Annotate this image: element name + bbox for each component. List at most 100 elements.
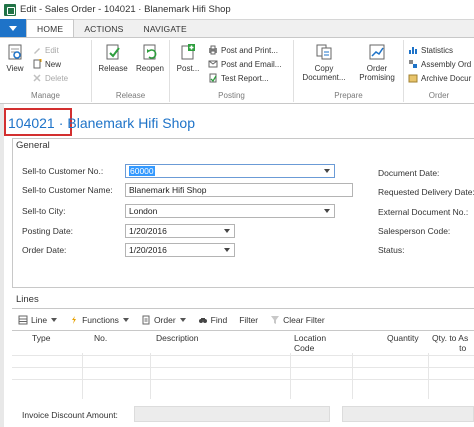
post-email-icon [208, 59, 218, 69]
column-divider [352, 353, 353, 399]
tab-navigate[interactable]: NAVIGATE [134, 21, 197, 37]
tab-home[interactable]: HOME [26, 19, 75, 37]
tab-actions[interactable]: ACTIONS [74, 21, 133, 37]
post-and-email-label: Post and Email... [221, 59, 282, 69]
col-quantity[interactable]: Quantity [387, 333, 419, 343]
invoice-discount-field[interactable] [134, 406, 330, 422]
sell-to-customer-name-value: Blanemark Hifi Shop [129, 185, 207, 195]
chevron-down-icon[interactable] [324, 169, 330, 173]
sell-to-city-label: Sell-to City: [22, 206, 66, 216]
post-and-email-button[interactable]: Post and Email... [208, 58, 281, 70]
edit-icon [32, 45, 42, 55]
clear-filter-label: Clear Filter [283, 314, 325, 325]
order-promising-button[interactable]: Order Promising [352, 43, 402, 82]
caret-down-icon [122, 317, 129, 322]
invoice-discount-label: Invoice Discount Amount: [22, 410, 118, 420]
statistics-label: Statistics [421, 45, 454, 55]
title-bar: Edit - Sales Order - 104021 · Blanemark … [0, 0, 474, 20]
copy-document-button[interactable]: Copy Document... [298, 43, 350, 82]
ribbon: View Edit New Delete Manage Release Reop… [0, 38, 474, 104]
edit-button[interactable]: Edit [32, 44, 59, 56]
window-title: Edit - Sales Order - 104021 · Blanemark … [20, 4, 231, 15]
copy-document-label-line2: Document... [302, 73, 346, 82]
external-document-no-label: External Document No.: [378, 207, 469, 217]
line-icon [18, 315, 28, 325]
archive-document-label: Archive Docur [421, 73, 472, 83]
page-title: 104021 · Blanemark Hifi Shop [8, 110, 195, 136]
functions-menu-button[interactable]: Functions [69, 315, 129, 325]
reopen-label: Reopen [135, 64, 165, 73]
sell-to-customer-no-label: Sell-to Customer No.: [22, 166, 104, 176]
test-report-button[interactable]: Test Report... [208, 72, 269, 84]
chevron-down-icon[interactable] [324, 209, 330, 213]
group-release: Release Reopen Release [92, 40, 170, 102]
status-label: Status: [378, 245, 405, 255]
lines-header[interactable]: Lines [16, 294, 39, 305]
group-manage-label: Manage [31, 91, 60, 100]
line-menu-label: Line [31, 314, 48, 325]
post-icon [179, 43, 197, 61]
group-prepare: Copy Document... Order Promising Prepare [294, 40, 404, 102]
sell-to-customer-no-input[interactable]: 60000 [125, 164, 335, 178]
column-divider [428, 353, 429, 399]
edit-label: Edit [45, 45, 59, 55]
filter-button[interactable]: Filter [239, 315, 258, 325]
col-location-code[interactable]: Location Code [294, 333, 326, 353]
delete-button[interactable]: Delete [32, 72, 68, 84]
new-label: New [45, 59, 62, 69]
posting-date-input[interactable]: 1/20/2016 [125, 224, 235, 238]
order-promising-label-line2: Promising [359, 73, 395, 82]
assembly-orders-button[interactable]: Assembly Ord [408, 58, 471, 70]
line-menu-button[interactable]: Line [18, 314, 58, 325]
sell-to-city-input[interactable]: London [125, 204, 335, 218]
col-no[interactable]: No. [94, 333, 107, 343]
col-location-line1: Location [294, 333, 327, 343]
col-qty-to-assemble[interactable]: Qty. to As to [432, 333, 468, 353]
clear-filter-button[interactable]: Clear Filter [270, 315, 325, 325]
delete-icon [32, 73, 42, 83]
app-icon [4, 3, 16, 16]
column-divider [290, 353, 291, 399]
statistics-button[interactable]: Statistics [408, 44, 453, 56]
col-type[interactable]: Type [32, 333, 50, 343]
chevron-down-icon[interactable] [224, 248, 230, 252]
general-header[interactable]: General [16, 140, 50, 151]
post-and-print-button[interactable]: Post and Print... [208, 44, 278, 56]
clear-filter-icon [270, 315, 280, 325]
view-label: View [6, 64, 24, 73]
archive-document-button[interactable]: Archive Docur [408, 72, 471, 84]
new-icon [32, 58, 42, 69]
post-label: Post... [176, 64, 200, 73]
col-description[interactable]: Description [156, 333, 199, 343]
posting-date-value: 1/20/2016 [129, 226, 167, 236]
lines-grid: Type No. Description Location Code Quant… [12, 330, 474, 399]
column-divider [150, 353, 151, 399]
find-button[interactable]: Find [198, 315, 227, 325]
caret-down-icon [179, 317, 186, 322]
release-label: Release [98, 64, 128, 73]
posting-date-label: Posting Date: [22, 226, 74, 236]
application-menu-dropdown-icon[interactable] [0, 19, 26, 37]
filter-label: Filter [239, 314, 259, 325]
group-manage: View Edit New Delete Manage [0, 40, 92, 102]
sell-to-customer-name-input[interactable]: Blanemark Hifi Shop [125, 183, 353, 197]
view-button[interactable]: View [2, 43, 28, 73]
reopen-button[interactable]: Reopen [132, 43, 168, 73]
new-button[interactable]: New [32, 58, 61, 70]
group-order: Statistics Assembly Ord Archive Docur Or… [404, 40, 474, 102]
test-report-icon [208, 73, 218, 83]
view-icon [6, 43, 24, 61]
archive-icon [408, 73, 418, 83]
footer-total-field [342, 406, 474, 422]
sell-to-customer-no-value: 60000 [129, 166, 155, 176]
chevron-down-icon[interactable] [224, 229, 230, 233]
order-date-value: 1/20/2016 [129, 245, 167, 255]
post-button[interactable]: Post... [172, 43, 204, 73]
order-number: 104021 [8, 115, 55, 131]
release-button[interactable]: Release [94, 43, 132, 73]
salesperson-code-label: Salesperson Code: [378, 226, 451, 236]
order-menu-button[interactable]: Order [141, 315, 186, 325]
customer-name-title: Blanemark Hifi Shop [67, 115, 196, 131]
order-date-input[interactable]: 1/20/2016 [125, 243, 235, 257]
copy-document-label-line1: Copy [314, 64, 334, 73]
